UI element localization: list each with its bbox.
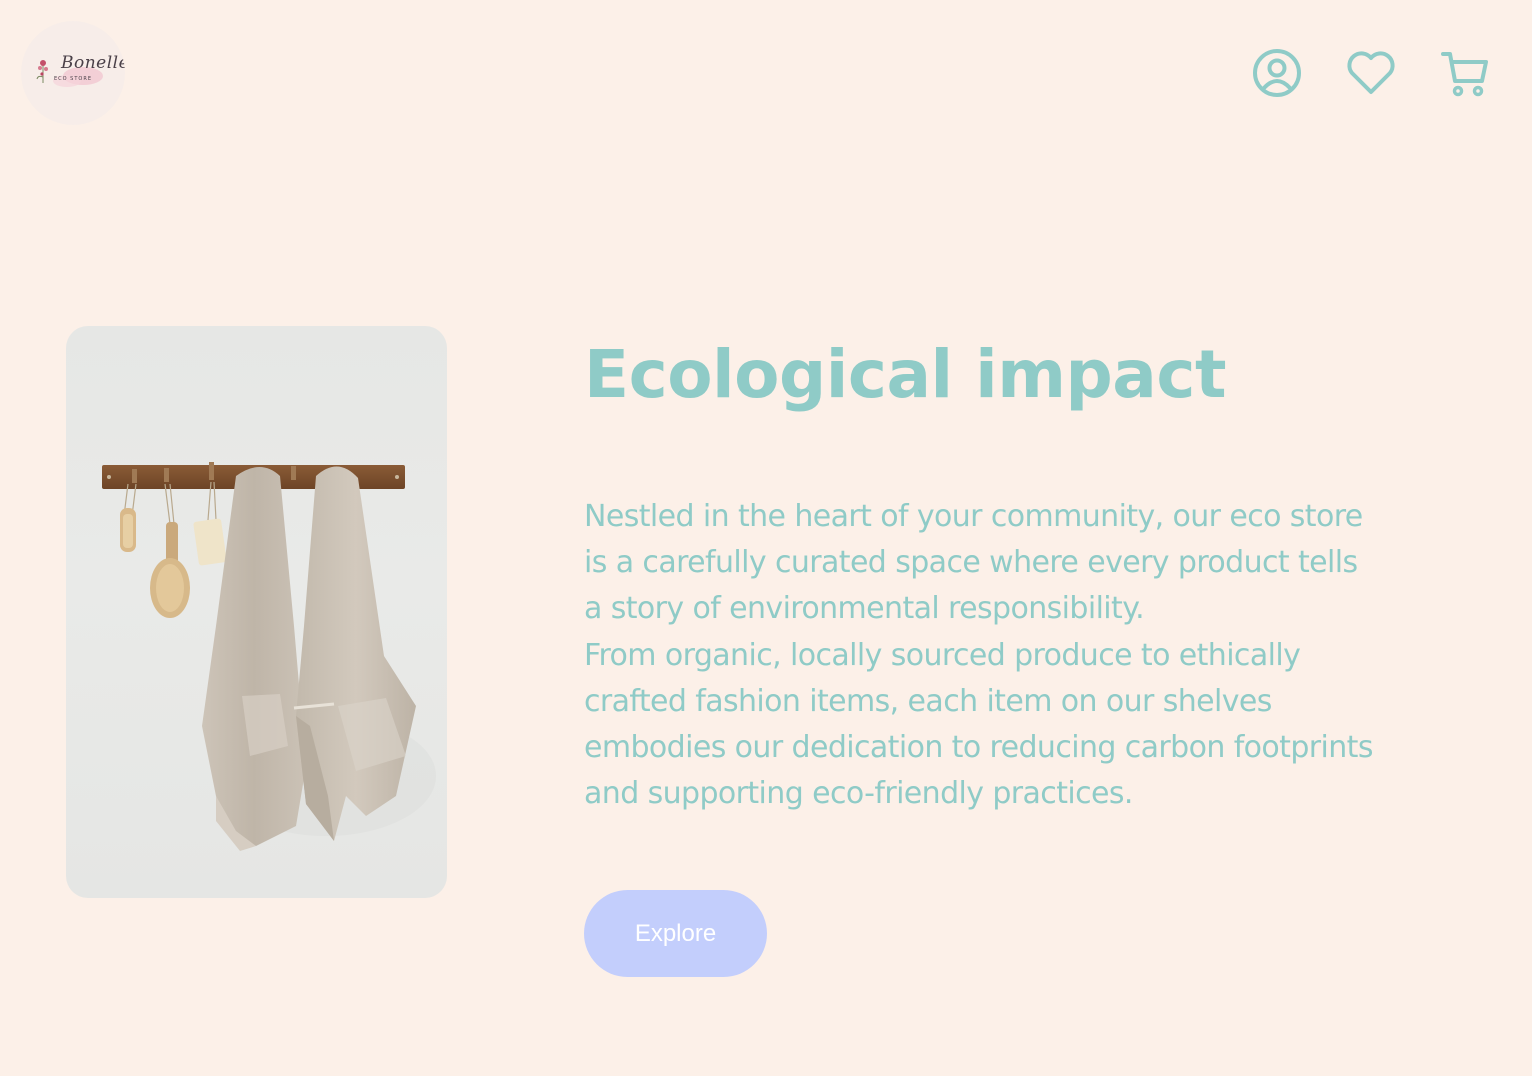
towels-illustration: [102, 462, 436, 851]
description-line: a story of environmental responsibility.: [584, 591, 1145, 627]
description-line: embodies our dedication to reducing carb…: [584, 730, 1373, 766]
explore-button[interactable]: Explore: [584, 890, 767, 977]
cart-icon: [1441, 52, 1488, 97]
hero-description: Nestled in the heart of your community, …: [584, 494, 1484, 817]
description-line: Nestled in the heart of your community, …: [584, 499, 1363, 534]
logo-script-text: Bonelle: [61, 53, 125, 73]
header-actions: [1250, 46, 1492, 100]
hero-image: [66, 326, 447, 898]
cart-button[interactable]: [1438, 46, 1492, 100]
wishlist-button[interactable]: [1344, 46, 1398, 100]
description-line: From organic, locally sourced produce to…: [584, 637, 1301, 673]
logo-subtitle: ECO STORE: [54, 76, 92, 82]
account-icon: [1253, 49, 1301, 97]
store-logo[interactable]: Bonelle ECO STORE: [21, 21, 125, 125]
heart-icon: [1347, 51, 1395, 94]
description-line: and supporting eco-friendly practices.: [584, 776, 1133, 812]
account-button[interactable]: [1250, 46, 1304, 100]
description-line: crafted fashion items, each item on our …: [584, 683, 1272, 719]
logo-graphic: [36, 60, 103, 87]
page-title: Ecological impact: [584, 336, 1227, 413]
page: Bonelle ECO STORE Ecological impact Nest…: [0, 0, 1532, 1076]
description-line: is a carefully curated space where every…: [584, 545, 1358, 581]
